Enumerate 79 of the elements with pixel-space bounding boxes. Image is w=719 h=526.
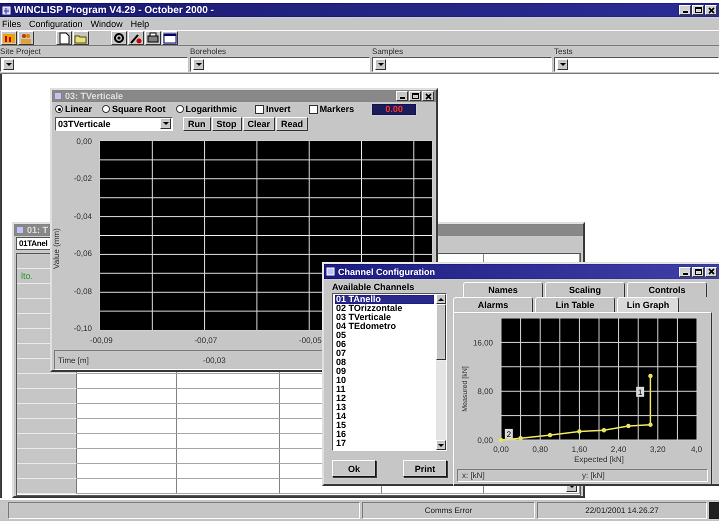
- tab[interactable]: Controls: [627, 282, 707, 297]
- axis-label: 3,20: [650, 445, 666, 454]
- list-item[interactable]: 15: [335, 421, 434, 430]
- window-title: 03: TVerticale: [65, 91, 124, 101]
- axis-label: 2,40: [610, 445, 626, 454]
- menu-item[interactable]: Window: [90, 18, 123, 28]
- tab[interactable]: Lin Graph: [617, 297, 679, 312]
- axis-title: Value (mm): [52, 228, 61, 269]
- list-item[interactable]: 16: [335, 430, 434, 439]
- tab[interactable]: Alarms: [453, 297, 533, 312]
- list-item[interactable]: 06: [335, 340, 434, 349]
- dialog-button[interactable]: Ok: [332, 460, 376, 477]
- toolbar-button[interactable]: Read: [276, 116, 308, 130]
- menu-item[interactable]: Help: [130, 18, 150, 28]
- tab[interactable]: Scaling: [545, 282, 625, 297]
- axis-title: Time [m]: [58, 356, 90, 364]
- status-message: Comms Error: [362, 502, 535, 519]
- list-title: Available Channels: [332, 282, 416, 293]
- axis-label: -0,06: [74, 249, 92, 258]
- radio-label: Square Root: [112, 104, 166, 114]
- axis-label: 0,80: [532, 445, 548, 454]
- toolbar-button[interactable]: Stop: [212, 116, 242, 130]
- field-label: Tests: [554, 47, 574, 56]
- readout-label: x: [kN]: [461, 471, 486, 480]
- list-item[interactable]: 09: [335, 367, 434, 376]
- field-label: Site Project: [0, 47, 42, 56]
- readout-label: y: [kN]: [581, 471, 606, 480]
- point-label: 1: [636, 386, 644, 397]
- list-item[interactable]: 13: [335, 403, 434, 412]
- status-datetime: 22/01/2001 14.26.27: [537, 502, 707, 519]
- menu-item[interactable]: Files: [2, 18, 22, 28]
- dialog-button[interactable]: Print: [403, 460, 447, 477]
- checkbox-label: Invert: [266, 104, 291, 114]
- annotation: 2: [506, 430, 512, 439]
- checkbox-label: Markers: [320, 104, 354, 114]
- value-readout: 0.00: [372, 104, 416, 114]
- axis-label: -00,07: [194, 336, 218, 345]
- axis-label: -00,03: [203, 356, 226, 364]
- list-item[interactable]: 05: [335, 331, 434, 340]
- axis-label: -00,09: [90, 336, 113, 345]
- list-item[interactable]: 11: [335, 385, 434, 394]
- channel-list[interactable]: 01 TAnello 02 TOrizzontale 03 TVerticale 04 TEdometro 05 06 07 08 09 10 11 12 13 14 15 16 17: [332, 293, 447, 451]
- field-label: Samples: [372, 47, 404, 56]
- list-item[interactable]: 14: [335, 412, 434, 421]
- dropdown-field[interactable]: 03TVerticale: [55, 116, 173, 130]
- axis-label: 8,00: [477, 387, 493, 396]
- list-item[interactable]: 07: [335, 349, 434, 358]
- radio-label: Logarithmic: [186, 104, 238, 114]
- axis-label: -0,04: [74, 212, 92, 221]
- tab[interactable]: Lin Table: [535, 297, 615, 312]
- list-item[interactable]: 04 TEdometro: [335, 322, 434, 331]
- dropdown-field[interactable]: 01TAnel: [16, 237, 52, 250]
- field-label: Boreholes: [190, 47, 228, 56]
- list-item[interactable]: 17: [335, 439, 434, 448]
- list-item[interactable]: 08: [335, 358, 434, 367]
- axis-label: 0,00: [493, 445, 509, 454]
- toolbar-button[interactable]: Run: [183, 116, 210, 130]
- axis-label: -0,10: [74, 324, 92, 333]
- window-title: 01: T: [27, 225, 48, 235]
- window-title: WINCLISP Program V4.29 - October 2000 -: [14, 4, 214, 16]
- toolbar-button[interactable]: Clear: [242, 116, 276, 130]
- window-title: Channel Configuration: [338, 266, 435, 276]
- menu-item[interactable]: Configuration: [29, 18, 83, 28]
- radio-label: Linear: [65, 104, 92, 114]
- axis-label: -0,02: [74, 174, 92, 184]
- axis-label: 16,00: [472, 338, 493, 348]
- list-item[interactable]: 10: [335, 376, 434, 385]
- axis-label: 0,00: [477, 436, 493, 445]
- axis-label: 1,60: [572, 445, 588, 454]
- axis-label: -0,08: [74, 286, 92, 296]
- axis-label: -00,05: [299, 336, 322, 345]
- axis-label: 4,0: [691, 445, 702, 454]
- list-item[interactable]: 03 TVerticale: [335, 313, 434, 322]
- list-item[interactable]: 01 TAnello: [335, 295, 434, 304]
- tab[interactable]: Names: [463, 282, 543, 297]
- list-item[interactable]: 12: [335, 394, 434, 403]
- axis-title: Expected [kN]: [574, 455, 624, 464]
- list-item[interactable]: 02 TOrizzontale: [335, 304, 434, 313]
- axis-label: 0,00: [76, 137, 92, 146]
